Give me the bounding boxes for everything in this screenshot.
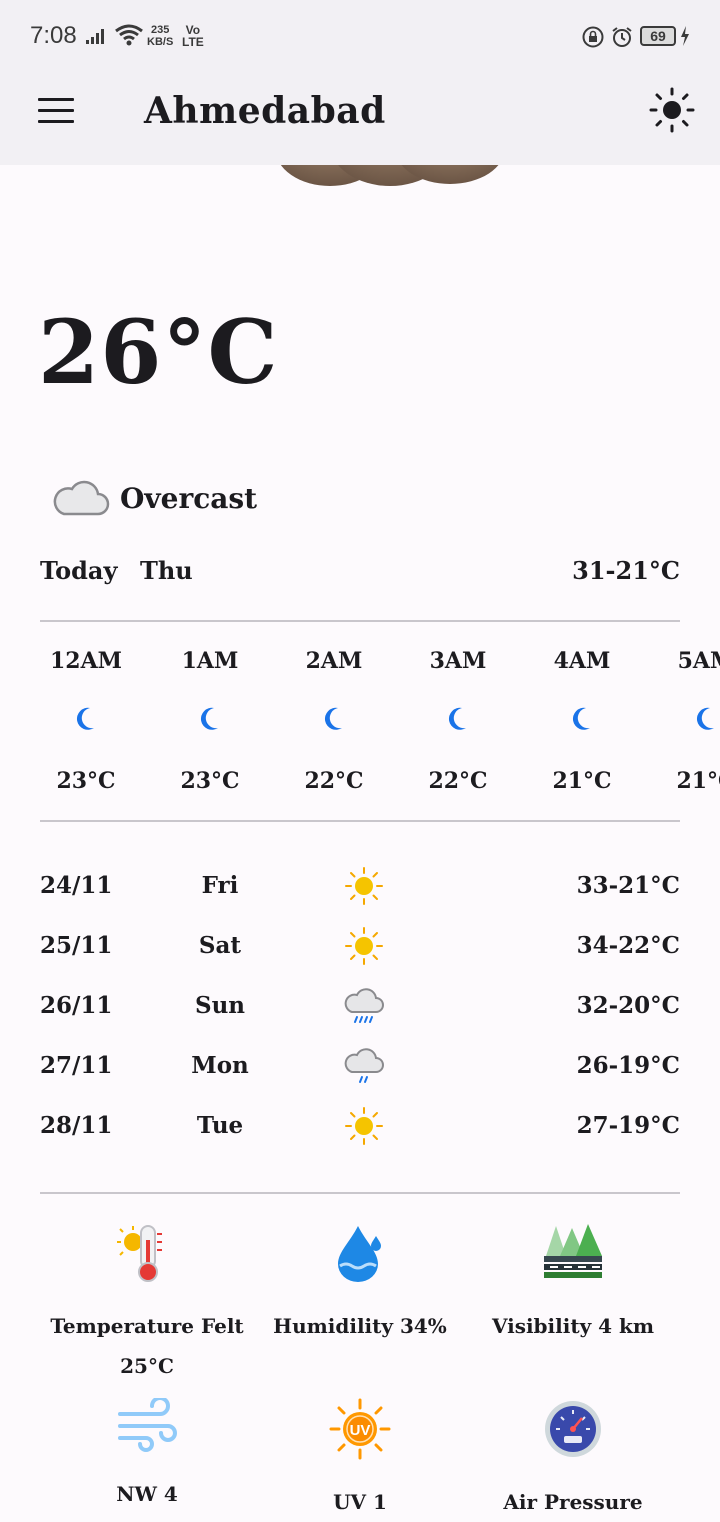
divider xyxy=(40,620,680,622)
moon-icon xyxy=(200,707,218,730)
uv-icon: UV xyxy=(329,1398,391,1460)
hour-temp: 21°C xyxy=(676,768,720,794)
sun-icon xyxy=(345,1107,383,1145)
network-speed: 235 KB/S xyxy=(147,24,173,48)
hour-time: 2AM xyxy=(305,648,363,674)
daily-row[interactable]: 28/11 Tue 27-19°C xyxy=(40,1100,680,1160)
pressure-gauge-icon xyxy=(545,1401,601,1457)
moon-icon xyxy=(448,707,466,730)
city-title: Ahmedabad xyxy=(144,90,386,132)
day-range: 26-19°C xyxy=(576,1052,680,1079)
day-date: 25/11 xyxy=(40,932,113,959)
status-time: 7:08 xyxy=(30,22,77,49)
today-label: Today xyxy=(40,556,118,585)
day-date: 28/11 xyxy=(40,1112,113,1139)
hour-temp: 23°C xyxy=(56,768,116,794)
hour-temp: 21°C xyxy=(552,768,612,794)
detail-humidity: Humidility 34% xyxy=(240,1222,480,1346)
day-name: Tue xyxy=(196,1112,244,1139)
hour-time: 1AM xyxy=(181,648,239,674)
alarm-icon xyxy=(612,27,632,47)
charging-bolt-icon xyxy=(681,26,689,46)
detail-wind: NW 4 xyxy=(27,1398,267,1514)
moon-icon xyxy=(696,707,714,730)
hour-temp: 22°C xyxy=(428,768,488,794)
day-name: Mon xyxy=(191,1052,249,1079)
hamburger-line xyxy=(38,109,74,112)
daily-row[interactable]: 25/11 Sat 34-22°C xyxy=(40,920,680,980)
sun-icon xyxy=(345,867,383,905)
hamburger-menu-icon xyxy=(38,98,74,101)
day-date: 27/11 xyxy=(40,1052,113,1079)
temperature-felt-label: Temperature Felt xyxy=(50,1314,244,1338)
detail-visibility: Visibility 4 km xyxy=(453,1222,693,1346)
temperature-felt-value: 25°C xyxy=(120,1354,174,1378)
water-drop-icon xyxy=(338,1226,381,1282)
hour-time: 12AM xyxy=(49,648,123,674)
moon-icon xyxy=(324,707,342,730)
daily-row[interactable]: 24/11 Fri 33-21°C xyxy=(40,860,680,920)
sun-theme-icon[interactable] xyxy=(648,86,696,134)
detail-label: Temperature Felt 25°C xyxy=(27,1306,267,1386)
light-rain-cloud-icon xyxy=(344,1048,384,1083)
network-speed-unit: KB/S xyxy=(147,36,174,48)
battery-indicator: 69 xyxy=(640,26,676,46)
day-name: Sun xyxy=(194,992,246,1019)
divider xyxy=(40,1192,680,1194)
air-pressure-label: Air Pressure xyxy=(503,1490,643,1514)
day-date: 24/11 xyxy=(40,872,113,899)
wifi-icon xyxy=(115,24,143,46)
day-name: Fri xyxy=(201,872,239,899)
hamburger-line xyxy=(38,120,74,123)
moon-icon xyxy=(572,707,590,730)
network-speed-value: 235 xyxy=(150,24,170,36)
volte-bottom: LTE xyxy=(182,35,204,49)
thermometer-icon xyxy=(117,1225,162,1282)
wind-label: NW 4 xyxy=(116,1482,178,1506)
day-range: 27-19°C xyxy=(576,1112,680,1139)
today-day: Thu xyxy=(140,556,193,585)
app-bar: Ahmedabad xyxy=(0,72,720,165)
day-range: 34-22°C xyxy=(576,932,680,959)
day-range: 33-21°C xyxy=(576,872,680,899)
humidity-label: Humidility 34% xyxy=(273,1314,447,1338)
hour-time: 3AM xyxy=(429,648,487,674)
detail-temperature-felt: Temperature Felt 25°C xyxy=(27,1222,267,1386)
svg-text:UV: UV xyxy=(350,1422,371,1439)
volte-indicator: Vo LTE xyxy=(182,24,204,48)
menu-button[interactable] xyxy=(38,98,74,128)
hourly-forecast[interactable]: 12AM 23°C 1AM 23°C 2AM 22°C 3AM 22°C 4AM… xyxy=(0,640,720,810)
visibility-label: Visibility 4 km xyxy=(491,1314,655,1338)
condition-text: Overcast xyxy=(120,482,258,515)
daily-row[interactable]: 26/11 Sun 32-20°C xyxy=(40,980,680,1040)
cloud-icon xyxy=(53,480,110,516)
uv-label: UV 1 xyxy=(333,1490,387,1514)
cellular-signal-icon xyxy=(86,29,104,44)
today-range: 31-21°C xyxy=(572,556,680,585)
current-temperature: 26°C xyxy=(38,300,279,404)
hour-temp: 22°C xyxy=(304,768,364,794)
moon-icon xyxy=(76,707,94,730)
detail-uv: UV UV 1 xyxy=(240,1398,480,1522)
status-bar: 7:08 235 KB/S Vo LTE 69 xyxy=(0,0,720,72)
hour-temp: 23°C xyxy=(180,768,240,794)
divider xyxy=(40,820,680,822)
hour-time: 4AM xyxy=(553,648,611,674)
visibility-trees-icon xyxy=(544,1224,602,1278)
wind-icon xyxy=(118,1398,177,1452)
rain-cloud-icon xyxy=(344,988,384,1023)
day-name: Sat xyxy=(198,932,242,959)
day-date: 26/11 xyxy=(40,992,113,1019)
sun-icon xyxy=(345,927,383,965)
daily-row[interactable]: 27/11 Mon 26-19°C xyxy=(40,1040,680,1100)
detail-air-pressure: Air Pressure xyxy=(453,1398,693,1522)
hour-time: 5AM xyxy=(677,648,720,674)
day-range: 32-20°C xyxy=(576,992,680,1019)
lock-icon xyxy=(582,26,604,48)
